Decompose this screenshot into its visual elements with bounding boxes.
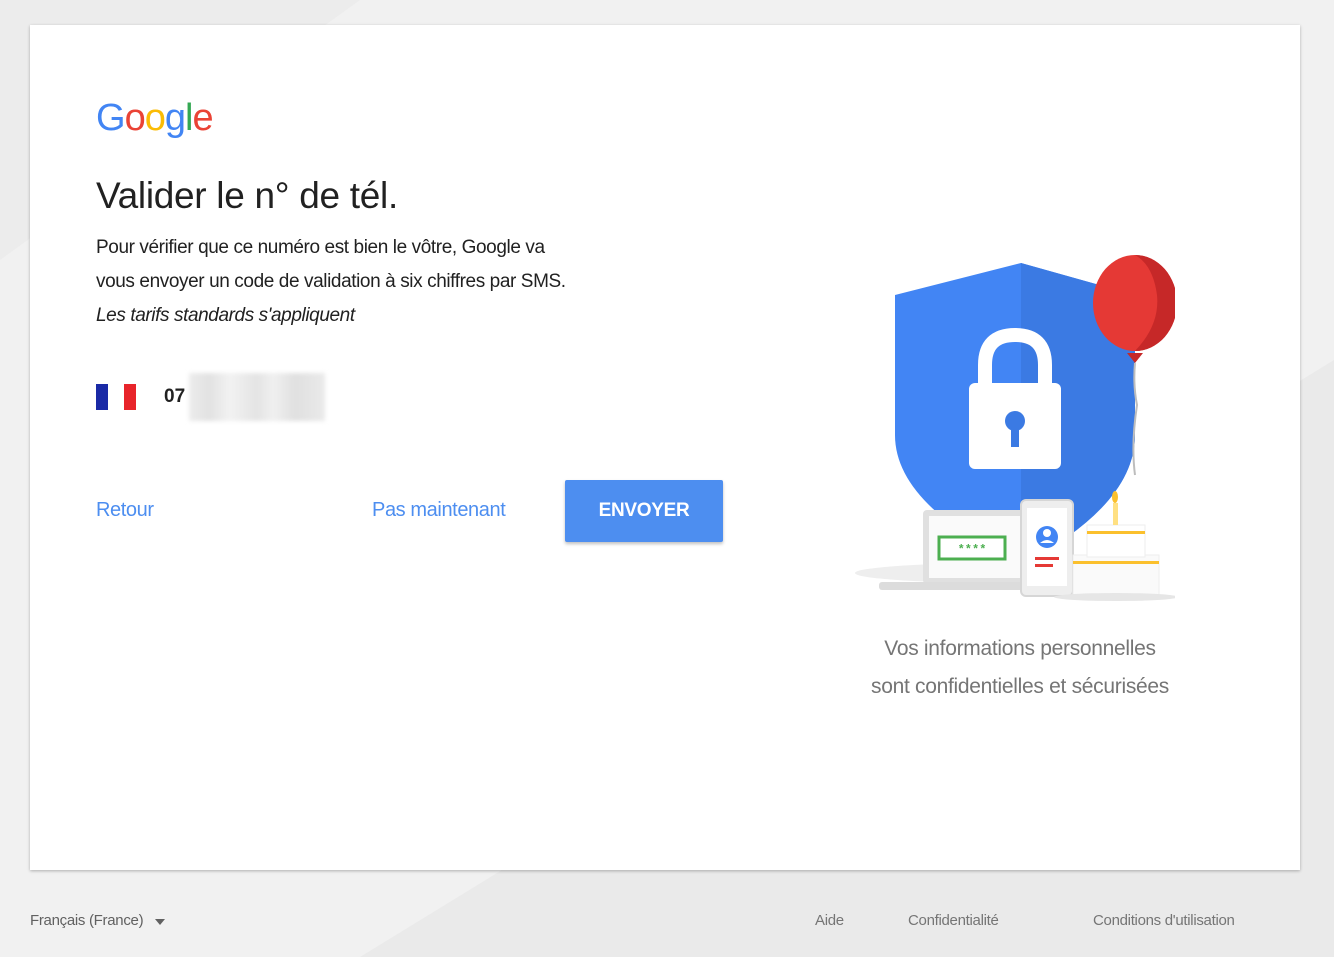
- france-flag-icon: [96, 384, 138, 410]
- phone-icon: [1020, 499, 1074, 597]
- caret-down-icon: [155, 918, 166, 925]
- phone-number-redacted: [189, 373, 326, 421]
- logo-letter: o: [124, 97, 146, 139]
- google-logo: Google: [96, 97, 214, 139]
- caption-line: sont confidentielles et sécurisées: [871, 675, 1169, 698]
- logo-letter: o: [144, 97, 166, 139]
- help-link[interactable]: Aide: [815, 912, 844, 929]
- privacy-link[interactable]: Confidentialité: [908, 912, 999, 929]
- send-button[interactable]: ENVOYER: [565, 480, 723, 542]
- privacy-caption: Vos informations personnelles sont confi…: [790, 630, 1250, 706]
- verification-card: Google Valider le n° de tél. Pour vérifi…: [30, 25, 1300, 870]
- description-line: Pour vérifier que ce numéro est bien le …: [96, 237, 545, 258]
- security-illustration: ****: [855, 255, 1175, 601]
- phone-number-prefix: 07: [164, 386, 186, 407]
- logo-letter: e: [192, 97, 213, 139]
- terms-link[interactable]: Conditions d'utilisation: [1093, 912, 1235, 929]
- footer: Français (France) Aide Confidentialité C…: [0, 900, 1334, 944]
- rates-note: Les tarifs standards s'appliquent: [96, 305, 355, 326]
- logo-letter: g: [164, 97, 186, 139]
- not-now-button[interactable]: Pas maintenant: [372, 499, 506, 522]
- description-line: vous envoyer un code de validation à six…: [96, 271, 566, 292]
- password-mask: ****: [958, 543, 987, 557]
- language-label: Français (France): [30, 912, 144, 929]
- back-button[interactable]: Retour: [96, 499, 154, 522]
- logo-letter: G: [96, 97, 126, 139]
- verification-description: Pour vérifier que ce numéro est bien le …: [96, 231, 736, 333]
- phone-number-row: 07: [96, 373, 326, 421]
- logo-letter: l: [184, 97, 194, 139]
- page-title: Valider le n° de tél.: [96, 175, 398, 216]
- language-selector[interactable]: Français (France): [30, 912, 166, 929]
- caption-line: Vos informations personnelles: [884, 637, 1156, 660]
